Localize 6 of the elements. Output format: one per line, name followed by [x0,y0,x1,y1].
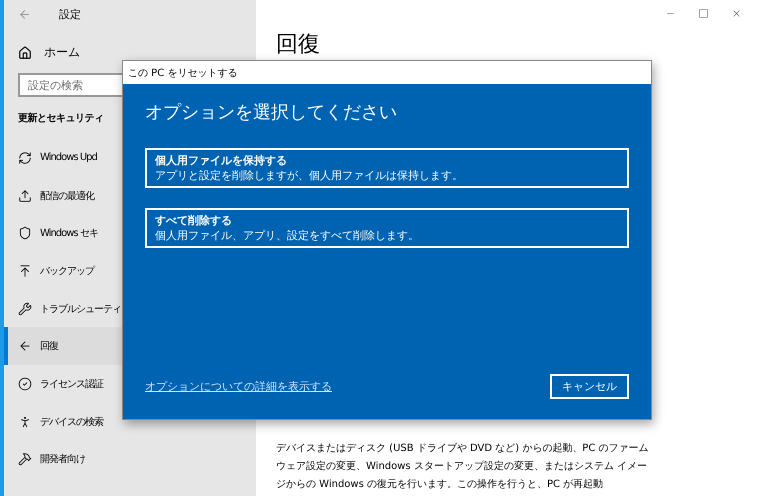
description-text: デバイスまたはディスク (USB ドライブや DVD など) からの起動、PC のファームウェア設定の変更、Windows スタートアップ設定の変更、またはシステム イメージからの Windows の復元を行います。この操作を行うと、PC が再起動 [276,442,650,492]
dialog-heading: オプションを選択してください [145,101,398,124]
section-heading: 更新とセキュリティ [18,111,104,125]
dialog-title: この PC をリセットする [128,66,238,80]
page-heading: 回復 [276,31,321,59]
window-title: 設定 [59,6,81,22]
